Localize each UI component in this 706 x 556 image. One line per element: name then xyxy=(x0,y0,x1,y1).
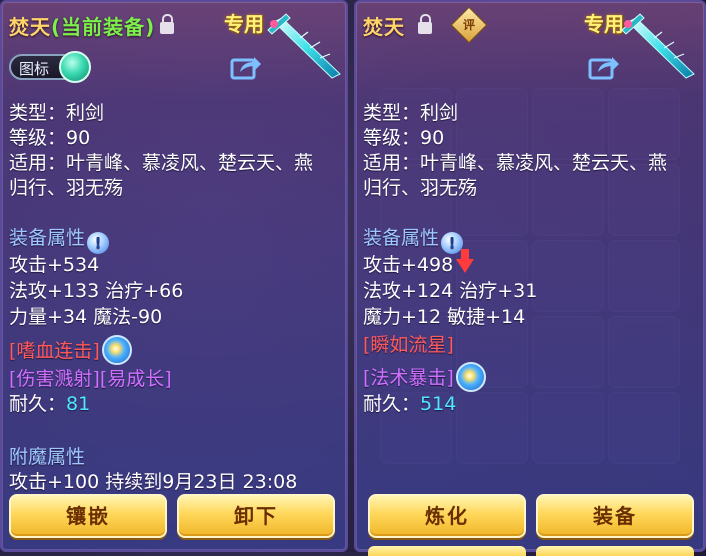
special-label: 专用 xyxy=(224,12,264,36)
sword-icon xyxy=(267,13,341,79)
item-name: 焚天 xyxy=(9,15,51,39)
attr-level: 等级：90 xyxy=(363,127,445,149)
stat-line: 力量+34 魔法-90 xyxy=(9,306,163,328)
inlay-button[interactable]: 镶嵌 xyxy=(9,494,167,538)
button-stub xyxy=(536,546,694,556)
attr-type: 类型：利剑 xyxy=(9,102,105,124)
stat-line: 攻击+498 xyxy=(363,249,475,277)
attr-type: 类型：利剑 xyxy=(363,102,459,124)
toggle-knob-icon xyxy=(59,51,91,83)
enchant-title: 附魔属性 xyxy=(9,446,86,468)
item-title: 焚天 xyxy=(363,11,405,40)
special-effect-2: [法术暴击] xyxy=(363,362,486,392)
lock-icon[interactable] xyxy=(418,14,432,34)
special-effect: [嗜血连击] xyxy=(9,335,132,365)
lock-icon[interactable] xyxy=(160,14,174,34)
refine-button[interactable]: 炼化 xyxy=(368,494,526,538)
stat-line: 法攻+133 治疗+66 xyxy=(9,280,184,302)
stat-line: 攻击+534 xyxy=(9,254,100,276)
attr-suitable: 适用：叶青峰、慕凌风、楚云天、燕 xyxy=(363,152,668,174)
stat-attack: 攻击+498 xyxy=(363,254,454,276)
icon-toggle-label: 图标 xyxy=(19,60,50,78)
unequip-button[interactable]: 卸下 xyxy=(177,494,335,538)
effect-text: [法术暴击] xyxy=(363,367,454,389)
attr-level: 等级：90 xyxy=(9,127,91,149)
durability-label: 耐久： xyxy=(363,393,421,415)
stat-line: 法攻+124 治疗+31 xyxy=(363,280,538,302)
swirl-icon[interactable] xyxy=(101,335,132,365)
durability: 耐久：81 xyxy=(9,389,90,416)
special-effect: [瞬如流星] xyxy=(363,334,454,356)
swirl-icon[interactable] xyxy=(455,362,486,392)
equip-button[interactable]: 装备 xyxy=(536,494,694,538)
share-icon[interactable] xyxy=(230,54,262,80)
sword-icon xyxy=(621,13,695,79)
attr-suitable: 适用：叶青峰、慕凌风、楚云天、燕 xyxy=(9,152,314,174)
button-stub xyxy=(368,546,526,556)
props-title-text: 装备属性 xyxy=(363,227,440,249)
item-status: (当前装备) xyxy=(51,15,156,39)
share-icon[interactable] xyxy=(588,54,620,80)
equipped-item-panel: 焚天(当前装备) 专用 图标 类型：利剑 等级：90 适用：叶青峰、慕凌风、楚云… xyxy=(0,0,348,552)
enchant-line: 攻击+100 持续到9月23日 23:08 xyxy=(9,471,298,493)
props-title-text: 装备属性 xyxy=(9,227,86,249)
durability-label: 耐久： xyxy=(9,393,67,415)
durability-value: 81 xyxy=(66,393,91,415)
durability: 耐久：514 xyxy=(363,389,456,416)
item-name: 焚天 xyxy=(363,15,405,39)
special-effect-2: [伤害溅射][易成长] xyxy=(9,368,172,390)
attr-suitable-cont: 归行、羽无殇 xyxy=(9,177,124,199)
down-arrow-icon xyxy=(456,249,475,273)
icon-toggle[interactable]: 图标 xyxy=(9,51,91,83)
effect-text: [嗜血连击] xyxy=(9,340,100,362)
durability-value: 514 xyxy=(420,393,457,415)
compare-item-panel: 焚天 专用 类型：利剑 等级：90 适用：叶青峰、慕凌风、楚云天、燕 归行、羽无… xyxy=(354,0,706,556)
item-title: 焚天(当前装备) xyxy=(9,11,155,40)
attr-suitable-cont: 归行、羽无殇 xyxy=(363,177,478,199)
stat-line: 魔力+12 敏捷+14 xyxy=(363,306,526,328)
